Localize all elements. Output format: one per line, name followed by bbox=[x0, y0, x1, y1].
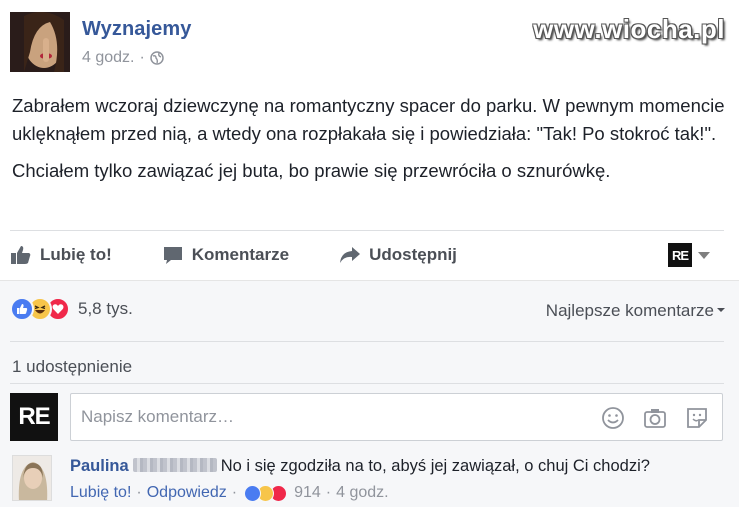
comment-reaction-count[interactable]: 914 bbox=[294, 484, 321, 502]
post-paragraph: Zabrałem wczoraj dziewczynę na romantycz… bbox=[12, 95, 725, 144]
sticker-icon[interactable] bbox=[684, 405, 710, 431]
like-icon bbox=[10, 297, 34, 321]
commenter-avatar[interactable] bbox=[12, 455, 52, 501]
separator: · bbox=[136, 484, 142, 501]
chevron-down-icon bbox=[698, 251, 710, 259]
comment-label: Komentarze bbox=[191, 244, 290, 264]
reactions-summary[interactable]: 5,8 tys. bbox=[10, 297, 133, 321]
actions-bar: Lubię to! Komentarze Udostępnij RE bbox=[10, 230, 724, 278]
comment-actions: Lubię to! · Odpowiedz · 914 · 4 godz. bbox=[70, 484, 389, 502]
feedback-area: 5,8 tys. Najlepsze komentarze 1 udostępn… bbox=[0, 280, 739, 507]
page-avatar[interactable] bbox=[10, 12, 70, 72]
comment-like-link[interactable]: Lubię to! bbox=[70, 484, 131, 502]
composer-avatar: RE bbox=[10, 393, 58, 441]
blurred-surname bbox=[132, 458, 217, 472]
post-time[interactable]: 4 godz. bbox=[82, 49, 134, 67]
comment-time[interactable]: 4 godz. bbox=[336, 484, 388, 502]
divider bbox=[10, 383, 724, 384]
commenter-name[interactable]: Paulina bbox=[70, 457, 129, 475]
page-selector[interactable]: RE bbox=[668, 243, 710, 267]
separator: · bbox=[231, 484, 238, 501]
comment-icon bbox=[163, 246, 182, 264]
comment-reply-link[interactable]: Odpowiedz bbox=[147, 484, 227, 502]
sort-caret-icon bbox=[717, 308, 725, 312]
page-name[interactable]: Wyznajemy bbox=[82, 18, 191, 41]
share-arrow-icon bbox=[340, 246, 361, 263]
camera-icon[interactable] bbox=[642, 405, 668, 431]
watermark: www.wiocha.pl bbox=[533, 14, 725, 44]
shares-count[interactable]: 1 udostępnienie bbox=[12, 357, 132, 377]
composer-icons bbox=[600, 405, 710, 431]
separator: · bbox=[325, 484, 332, 501]
comment-button[interactable]: Komentarze bbox=[162, 244, 289, 266]
comment-item: Paulina No i się zgodziła na to, abyś jej… bbox=[10, 453, 724, 505]
like-button[interactable]: Lubię to! bbox=[10, 244, 112, 266]
meta-separator: · bbox=[139, 49, 145, 66]
sort-label: Najlepsze komentarze bbox=[545, 301, 714, 320]
comment-line: Paulina No i się zgodziła na to, abyś jej… bbox=[70, 457, 650, 476]
share-label: Udostępnij bbox=[369, 244, 457, 264]
post-paragraph: Chciałem tylko zawiązać jej buta, bo pra… bbox=[12, 160, 611, 181]
share-button[interactable]: Udostępnij bbox=[339, 244, 457, 266]
divider bbox=[10, 341, 724, 342]
like-label: Lubię to! bbox=[40, 244, 112, 264]
comment-text: No i się zgodziła na to, abyś jej zawiąz… bbox=[220, 457, 650, 475]
comment-sort-dropdown[interactable]: Najlepsze komentarze bbox=[546, 301, 725, 321]
comment-reactions[interactable] bbox=[244, 484, 288, 502]
comment-composer: RE bbox=[10, 393, 724, 443]
post-meta: 4 godz. · bbox=[82, 49, 164, 67]
globe-icon[interactable] bbox=[150, 51, 164, 65]
page-logo: RE bbox=[668, 243, 692, 267]
like-icon bbox=[244, 484, 262, 502]
emoji-icon[interactable] bbox=[600, 405, 626, 431]
reaction-count[interactable]: 5,8 tys. bbox=[78, 299, 133, 319]
thumbs-up-icon bbox=[11, 245, 31, 264]
post-body: Zabrałem wczoraj dziewczynę na romantycz… bbox=[12, 92, 727, 194]
